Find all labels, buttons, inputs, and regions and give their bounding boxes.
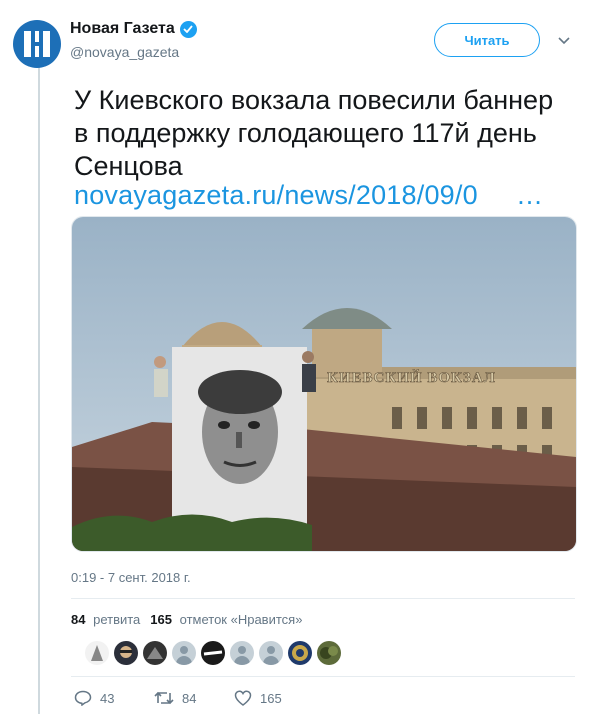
likers-avatars bbox=[85, 641, 341, 665]
retweet-icon bbox=[154, 691, 174, 705]
tweet-actions: 43 84 165 bbox=[74, 690, 314, 706]
retweet-action[interactable]: 84 bbox=[154, 690, 234, 706]
heart-icon bbox=[234, 690, 252, 706]
divider bbox=[71, 598, 575, 599]
liker-avatar[interactable] bbox=[317, 641, 341, 665]
chevron-down-icon[interactable] bbox=[557, 36, 571, 46]
reply-count: 43 bbox=[100, 690, 115, 706]
verified-badge-icon bbox=[179, 20, 197, 38]
avatar[interactable] bbox=[13, 20, 61, 68]
tweet-text: У Киевского вокзала повесили баннер в по… bbox=[74, 85, 554, 181]
engagement-stats: 84 ретвита 165 отметок «Нравится» bbox=[71, 612, 312, 627]
tweet-link-ellipsis[interactable]: … bbox=[516, 180, 543, 210]
liker-avatar[interactable] bbox=[201, 641, 225, 665]
author-name[interactable]: Новая Газета bbox=[70, 20, 175, 38]
likes-label: отметок «Нравится» bbox=[179, 612, 303, 627]
likes-stat[interactable]: 165 отметок «Нравится» bbox=[150, 612, 302, 627]
liker-avatar[interactable] bbox=[172, 641, 196, 665]
author-name-row[interactable]: Новая Газета bbox=[70, 20, 197, 38]
follow-button[interactable]: Читать bbox=[434, 23, 540, 57]
tweet-timestamp[interactable]: 0:19 - 7 сент. 2018 г. bbox=[71, 570, 191, 585]
divider bbox=[71, 676, 575, 677]
retweets-stat[interactable]: 84 ретвита bbox=[71, 612, 140, 627]
liker-avatar[interactable] bbox=[114, 641, 138, 665]
liker-avatar[interactable] bbox=[230, 641, 254, 665]
liker-avatar[interactable] bbox=[85, 641, 109, 665]
like-count: 165 bbox=[260, 690, 282, 706]
like-action[interactable]: 165 bbox=[234, 690, 314, 706]
brand-logo-icon bbox=[24, 31, 50, 57]
liker-avatar[interactable] bbox=[259, 641, 283, 665]
building-sign: КИЕВСКИЙ ВОКЗАЛ bbox=[327, 369, 496, 386]
liker-avatar[interactable] bbox=[143, 641, 167, 665]
photo-illustration: КИЕВСКИЙ ВОКЗАЛ bbox=[72, 217, 576, 551]
tweet-media-photo[interactable]: КИЕВСКИЙ ВОКЗАЛ bbox=[71, 216, 577, 552]
thread-line bbox=[38, 64, 40, 714]
retweet-count: 84 bbox=[182, 690, 197, 706]
retweets-count: 84 bbox=[71, 612, 86, 627]
author-handle[interactable]: @novaya_gazeta bbox=[70, 44, 179, 60]
reply-icon bbox=[74, 690, 92, 706]
likes-count: 165 bbox=[150, 612, 172, 627]
reply-action[interactable]: 43 bbox=[74, 690, 154, 706]
retweets-label: ретвита bbox=[93, 612, 141, 627]
liker-avatar[interactable] bbox=[288, 641, 312, 665]
tweet-link[interactable]: novayagazeta.ru/news/2018/09/0 bbox=[74, 180, 478, 210]
